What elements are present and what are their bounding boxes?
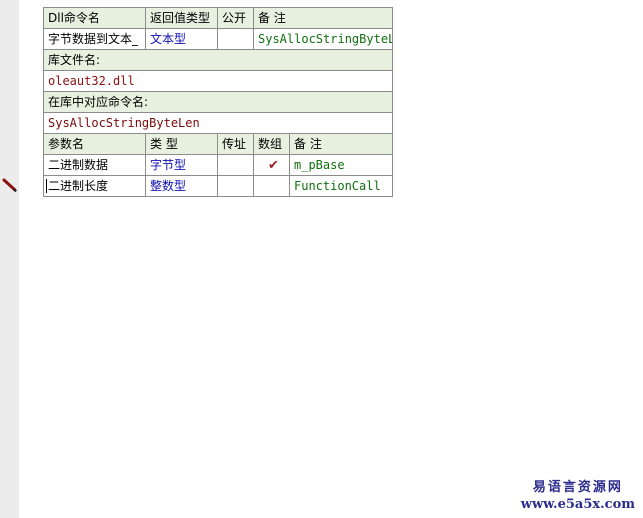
param-header-row: 参数名 类 型 传址 数组 备 注	[43, 133, 394, 155]
param-name-cell[interactable]: 二进制数据	[43, 154, 146, 176]
command-value-cell[interactable]: SysAllocStringByteLen	[42, 112, 394, 134]
param-name-cell[interactable]: 二进制长度	[43, 175, 146, 197]
param-array-cell[interactable]	[253, 175, 290, 197]
library-label: 库文件名:	[42, 49, 394, 71]
public-header: 公开	[217, 7, 254, 29]
param-type-cell[interactable]: 字节型	[145, 154, 218, 176]
editor-gutter	[0, 0, 20, 518]
dll-header-row: Dll命令名 返回值类型 公开 备 注	[43, 7, 394, 29]
param-type-cell[interactable]: 整数型	[145, 175, 218, 197]
watermark-url: www.e5a5x.com	[520, 497, 635, 512]
command-label: 在库中对应命令名:	[42, 91, 394, 113]
pencil-icon	[2, 178, 17, 193]
command-label-row: 在库中对应命令名:	[42, 91, 394, 113]
param-array-cell[interactable]: ✔	[253, 154, 290, 176]
param-remark-cell[interactable]: m_pBase	[288, 154, 394, 176]
dll-declaration-table: Dll命令名 返回值类型 公开 备 注 字节数据到文本_ 文本型 SysAllo…	[42, 7, 394, 197]
param-name-header: 参数名	[43, 133, 146, 155]
dll-name-cell[interactable]: 字节数据到文本_	[43, 28, 146, 50]
return-type-header: 返回值类型	[145, 7, 218, 29]
library-value-row: oleaut32.dll	[42, 70, 394, 92]
site-watermark: 易语言资源网 www.e5a5x.com	[521, 479, 635, 513]
public-cell[interactable]	[217, 28, 254, 50]
param-array-header: 数组	[253, 133, 290, 155]
dll-remark-cell[interactable]: SysAllocStringByteLen	[252, 28, 394, 50]
watermark-title: 易语言资源网	[532, 480, 623, 495]
param-byref-header: 传址	[217, 133, 254, 155]
library-value-cell[interactable]: oleaut32.dll	[42, 70, 394, 92]
return-type-cell[interactable]: 文本型	[145, 28, 218, 50]
param-row: 二进制数据 字节型 ✔ m_pBase	[43, 154, 394, 176]
param-byref-cell[interactable]	[217, 175, 254, 197]
param-type-header: 类 型	[145, 133, 218, 155]
remark-header: 备 注	[252, 7, 394, 29]
dll-name-header: Dll命令名	[43, 7, 146, 29]
command-value-row: SysAllocStringByteLen	[42, 112, 394, 134]
param-remark-cell[interactable]: FunctionCall	[288, 175, 394, 197]
param-row: 二进制长度 整数型 FunctionCall	[43, 175, 394, 197]
library-label-row: 库文件名:	[42, 49, 394, 71]
param-remark-header: 备 注	[288, 133, 394, 155]
checkmark-icon: ✔	[268, 157, 279, 173]
dll-row: 字节数据到文本_ 文本型 SysAllocStringByteLen	[43, 28, 394, 50]
param-byref-cell[interactable]	[217, 154, 254, 176]
text-caret: 二进制长度	[46, 179, 109, 193]
